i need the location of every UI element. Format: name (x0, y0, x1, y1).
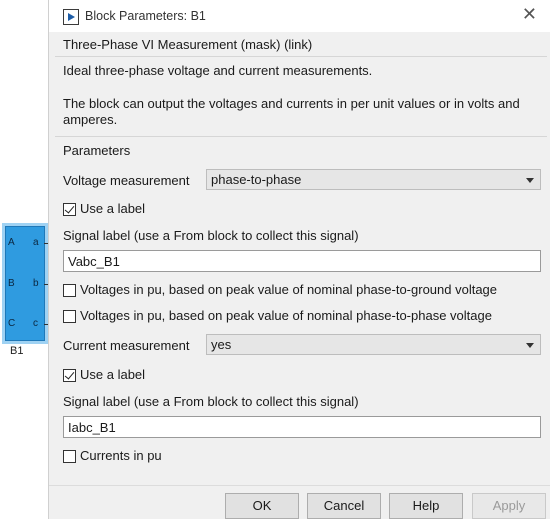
parameters-heading: Parameters (63, 143, 131, 158)
button-bar-divider (49, 485, 550, 486)
current-measurement-select[interactable]: yes (206, 334, 541, 355)
voltages-pu-phase-text: Voltages in pu, based on peak value of n… (80, 308, 492, 323)
current-signal-value: Iabc_B1 (68, 420, 116, 435)
voltage-use-label-checkbox[interactable] (63, 203, 76, 216)
current-measurement-label: Current measurement (63, 338, 190, 353)
close-icon[interactable]: ✕ (522, 6, 537, 24)
input-port-b: B (8, 278, 15, 289)
chevron-down-icon (526, 343, 534, 348)
title-bar: Block Parameters: B1 ✕ (49, 0, 550, 32)
output-port-a: a (33, 237, 39, 248)
voltage-signal-label-caption: Signal label (use a From block to collec… (63, 228, 359, 243)
divider (55, 56, 547, 57)
cancel-button[interactable]: Cancel (307, 493, 381, 519)
output-port-c: c (33, 318, 38, 329)
voltage-measurement-value: phase-to-phase (211, 172, 302, 187)
input-port-c: C (8, 318, 16, 329)
voltages-pu-phase-checkbox[interactable] (63, 310, 76, 323)
current-signal-label-caption: Signal label (use a From block to collec… (63, 394, 359, 409)
output-port-b: b (33, 278, 39, 289)
simulink-app-icon (63, 9, 79, 25)
window-title: Block Parameters: B1 (85, 9, 206, 23)
currents-pu-checkbox[interactable] (63, 450, 76, 463)
voltages-pu-ground-checkbox[interactable] (63, 284, 76, 297)
current-use-label-text: Use a label (80, 367, 146, 382)
divider (55, 136, 547, 137)
voltage-use-label-text: Use a label (80, 201, 146, 216)
description-line-1: Ideal three-phase voltage and current me… (63, 63, 373, 78)
current-measurement-value: yes (211, 337, 232, 352)
ok-button[interactable]: OK (225, 493, 299, 519)
block-name-label: B1 (10, 345, 24, 357)
voltage-measurement-select[interactable]: phase-to-phase (206, 169, 541, 190)
current-signal-label-input[interactable]: Iabc_B1 (63, 416, 541, 438)
apply-button[interactable]: Apply (472, 493, 546, 519)
mask-header: Three-Phase VI Measurement (mask) (link) (63, 37, 313, 52)
voltages-pu-ground-text: Voltages in pu, based on peak value of n… (80, 282, 498, 297)
voltage-signal-label-input[interactable]: Vabc_B1 (63, 250, 541, 272)
voltage-signal-value: Vabc_B1 (68, 254, 120, 269)
block-parameters-dialog: Block Parameters: B1 ✕ Three-Phase VI Me… (48, 0, 550, 519)
description-line-2: The block can output the voltages and cu… (63, 96, 520, 127)
voltage-measurement-label: Voltage measurement (63, 173, 190, 188)
simulink-block[interactable]: A B C a b c (5, 226, 45, 341)
input-port-a: A (8, 237, 15, 248)
chevron-down-icon (526, 178, 534, 183)
current-use-label-checkbox[interactable] (63, 369, 76, 382)
currents-pu-text: Currents in pu (80, 448, 162, 463)
help-button[interactable]: Help (389, 493, 463, 519)
